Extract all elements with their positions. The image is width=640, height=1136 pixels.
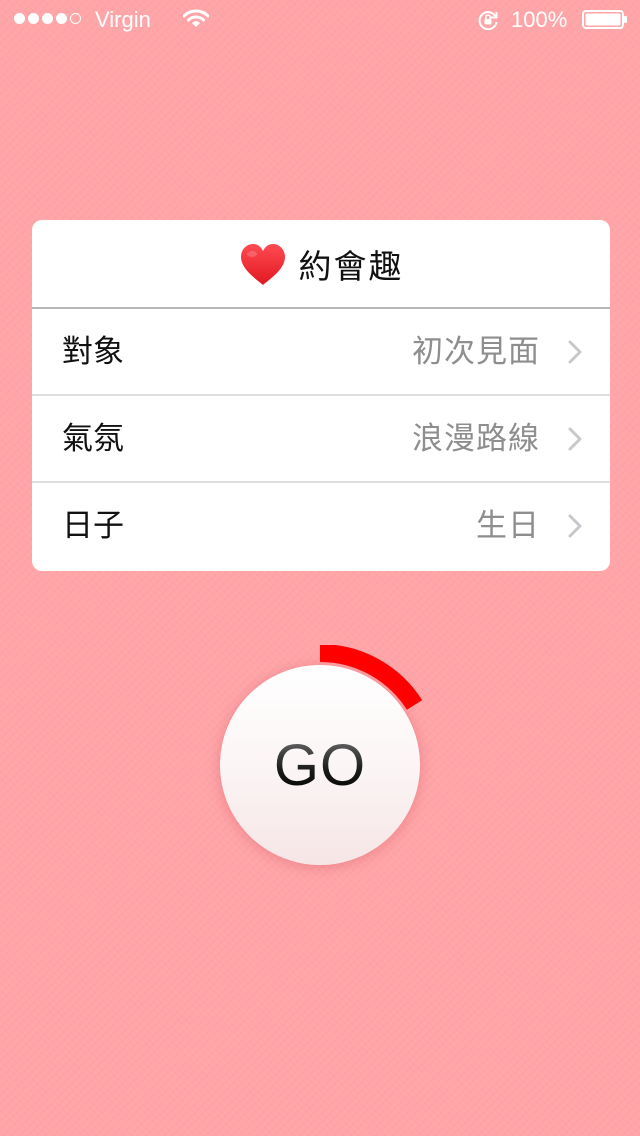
row-label: 日子 [62, 508, 124, 544]
heart-icon [240, 243, 285, 285]
go-label: GO [273, 733, 367, 798]
option-row-partner[interactable]: 對象 初次見面 [32, 309, 610, 396]
signal-dot [70, 13, 81, 24]
signal-dot [56, 13, 67, 24]
option-row-day[interactable]: 日子 生日 [32, 483, 610, 571]
chevron-right-icon [568, 514, 582, 538]
chevron-right-icon [568, 340, 582, 364]
row-value: 生日 [476, 508, 540, 544]
chevron-right-icon [568, 427, 582, 451]
battery-icon [582, 10, 627, 29]
row-label: 對象 [62, 334, 124, 370]
carrier-name: Virgin [95, 7, 151, 32]
battery-percentage: 100% [511, 7, 568, 32]
signal-dot [28, 13, 39, 24]
card-header: 約會趣 [32, 220, 610, 309]
date-options-card: 約會趣 對象 初次見面 氣氛 浪漫路線 日子 生日 [32, 220, 610, 571]
option-row-mood[interactable]: 氣氛 浪漫路線 [32, 396, 610, 483]
row-label: 氣氛 [62, 421, 124, 457]
go-button-container: GO [210, 645, 430, 865]
rotation-lock-icon [478, 11, 498, 31]
wifi-icon [183, 9, 209, 27]
row-value: 浪漫路線 [412, 421, 540, 457]
row-value: 初次見面 [412, 334, 540, 370]
signal-dot [42, 13, 53, 24]
signal-strength-icon [14, 13, 81, 27]
status-bar: Virgin 100% [0, 0, 640, 40]
app-title: 約會趣 [298, 246, 404, 286]
go-button[interactable]: GO [220, 665, 420, 865]
signal-dot [14, 13, 25, 24]
